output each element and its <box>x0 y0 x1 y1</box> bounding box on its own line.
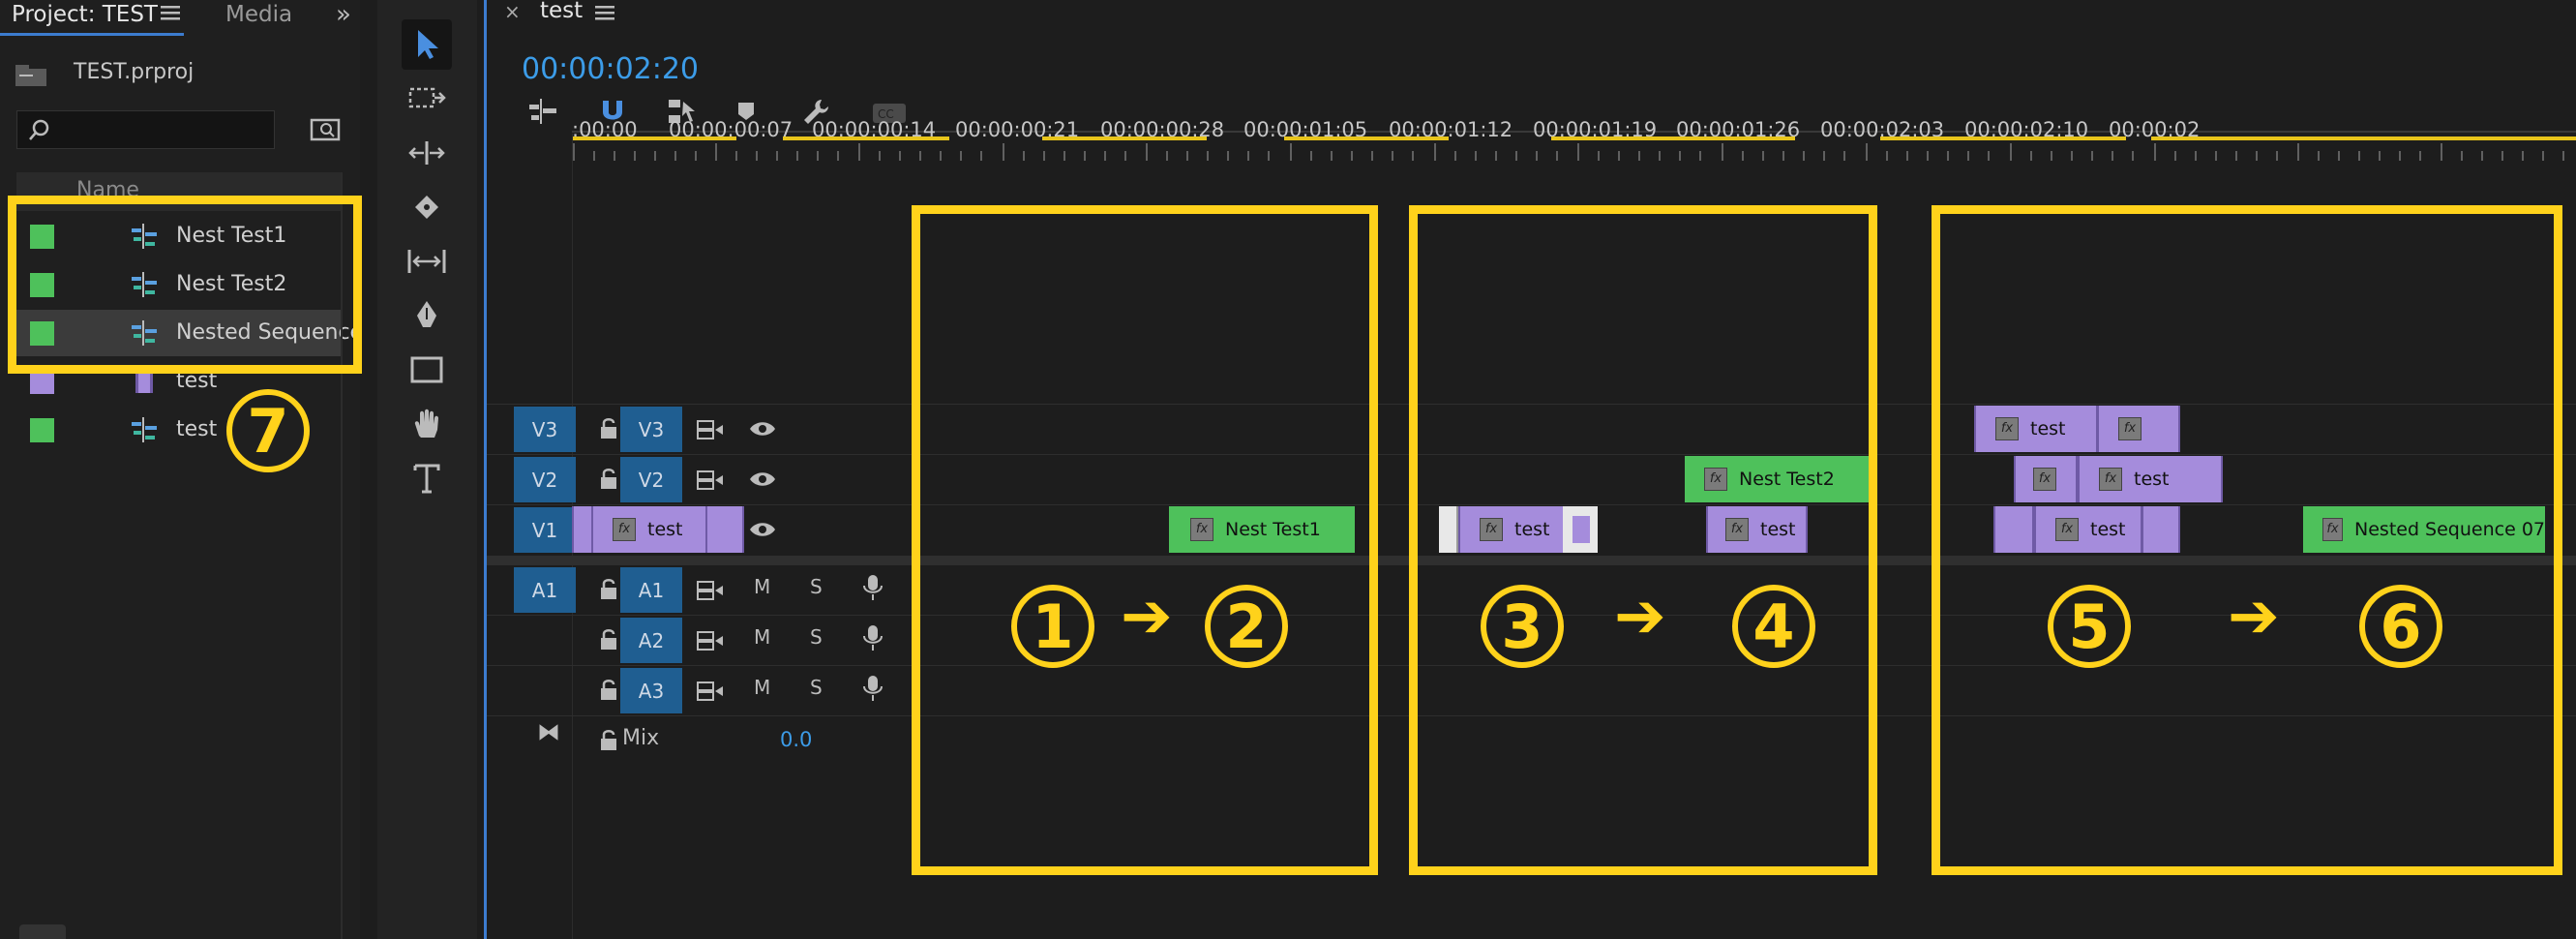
sequence-tab[interactable]: test <box>540 0 583 23</box>
fx-badge-icon: fx <box>613 518 636 541</box>
panel-menu-icon[interactable] <box>595 4 616 21</box>
track-target-v3[interactable]: V3 <box>620 407 682 452</box>
toggle-sync-lock-icon[interactable] <box>696 414 725 443</box>
tab-media[interactable]: Media <box>225 0 292 33</box>
solo-track-button[interactable]: S <box>810 676 823 699</box>
track-lock-icon[interactable] <box>594 465 623 494</box>
pen-tool[interactable] <box>402 290 452 341</box>
mute-track-button[interactable]: M <box>754 676 770 699</box>
step-marker-4: 4 <box>1732 585 1815 668</box>
ripple-edit-tool[interactable] <box>402 128 452 178</box>
rectangle-tool[interactable] <box>402 345 452 395</box>
step-marker-5: 5 <box>2048 585 2131 668</box>
source-patch-v3[interactable]: V3 <box>514 407 576 452</box>
annotation-box-1-2 <box>912 205 1378 875</box>
scrollbar-thumb[interactable] <box>19 924 66 939</box>
track-target-a3[interactable]: A3 <box>620 668 682 713</box>
toggle-sync-lock-icon[interactable] <box>696 625 725 654</box>
voice-over-record-mic-icon[interactable] <box>858 623 887 652</box>
close-tab-icon[interactable]: × <box>504 0 521 23</box>
hand-tool[interactable] <box>402 399 452 449</box>
tab-project[interactable]: Project: TEST <box>12 0 158 33</box>
track-lock-icon[interactable] <box>594 575 623 604</box>
mute-track-button[interactable]: M <box>754 625 770 649</box>
mute-track-button[interactable]: M <box>754 575 770 598</box>
project-panel: Project: TEST Media » TEST.prproj Name N… <box>0 0 360 939</box>
panel-overflow-icon[interactable]: » <box>336 0 351 29</box>
track-lock-icon[interactable] <box>594 625 623 654</box>
sequence-icon <box>130 415 159 444</box>
toggle-sync-lock-icon[interactable] <box>696 676 725 705</box>
track-visibility-eye-icon[interactable] <box>748 515 777 544</box>
track-select-tool[interactable] <box>402 74 452 124</box>
slip-tool[interactable] <box>402 236 452 287</box>
solo-track-button[interactable]: S <box>810 575 823 598</box>
voice-over-record-mic-icon[interactable] <box>858 573 887 602</box>
arrow-icon: ➔ <box>1614 581 1666 652</box>
clip-test-fragment[interactable] <box>572 506 593 553</box>
mix-label: Mix <box>622 726 660 750</box>
track-lock-icon[interactable] <box>594 676 623 705</box>
voice-over-record-mic-icon[interactable] <box>858 674 887 703</box>
step-marker-3: 3 <box>1481 585 1564 668</box>
annotation-box-5-6 <box>1932 205 2562 875</box>
insert-sequence-as-nests-icon[interactable] <box>527 97 560 130</box>
arrow-icon: ➔ <box>2228 581 2280 652</box>
razor-tool[interactable] <box>402 182 452 232</box>
track-visibility-eye-icon[interactable] <box>748 465 777 494</box>
panel-menu-icon[interactable] <box>161 4 182 21</box>
arrow-icon: ➔ <box>1121 581 1173 652</box>
track-visibility-eye-icon[interactable] <box>748 414 777 443</box>
active-tab-indicator <box>0 33 184 36</box>
track-lock-icon[interactable] <box>594 414 623 443</box>
project-file-name: TEST.prproj <box>74 60 195 84</box>
type-tool[interactable] <box>402 453 452 503</box>
step-marker-1: 1 <box>1011 585 1094 668</box>
render-bar <box>572 128 2576 140</box>
new-bin-icon[interactable] <box>310 114 343 143</box>
search-input[interactable] <box>16 110 275 149</box>
source-patch-a1[interactable]: A1 <box>514 567 576 613</box>
track-target-a2[interactable]: A2 <box>620 618 682 663</box>
step-marker-7: 7 <box>226 389 310 472</box>
clip-test-fragment[interactable] <box>705 506 744 553</box>
toggle-sync-lock-icon[interactable] <box>696 575 725 604</box>
ruler-minor-ticks <box>572 143 2576 170</box>
search-icon <box>27 117 52 146</box>
track-target-a1[interactable]: A1 <box>620 567 682 613</box>
toggle-sync-lock-icon[interactable] <box>696 465 725 494</box>
source-patch-v2[interactable]: V2 <box>514 457 576 502</box>
source-patch-v1[interactable]: V1 <box>514 507 576 553</box>
tools-panel <box>377 0 477 939</box>
zoom-to-sequence-icon[interactable]: ⧓ <box>537 718 560 745</box>
selection-tool[interactable] <box>402 19 452 70</box>
project-file-icon <box>14 61 50 90</box>
mix-volume-value[interactable]: 0.0 <box>780 728 812 751</box>
solo-track-button[interactable]: S <box>810 625 823 649</box>
step-marker-6: 6 <box>2359 585 2442 668</box>
step-marker-2: 2 <box>1205 585 1288 668</box>
label-color-swatch[interactable] <box>30 418 54 442</box>
annotation-box-7 <box>8 196 362 374</box>
track-target-v2[interactable]: V2 <box>620 457 682 502</box>
annotation-box-3-4 <box>1409 205 1877 875</box>
track-lock-icon[interactable] <box>594 726 623 755</box>
